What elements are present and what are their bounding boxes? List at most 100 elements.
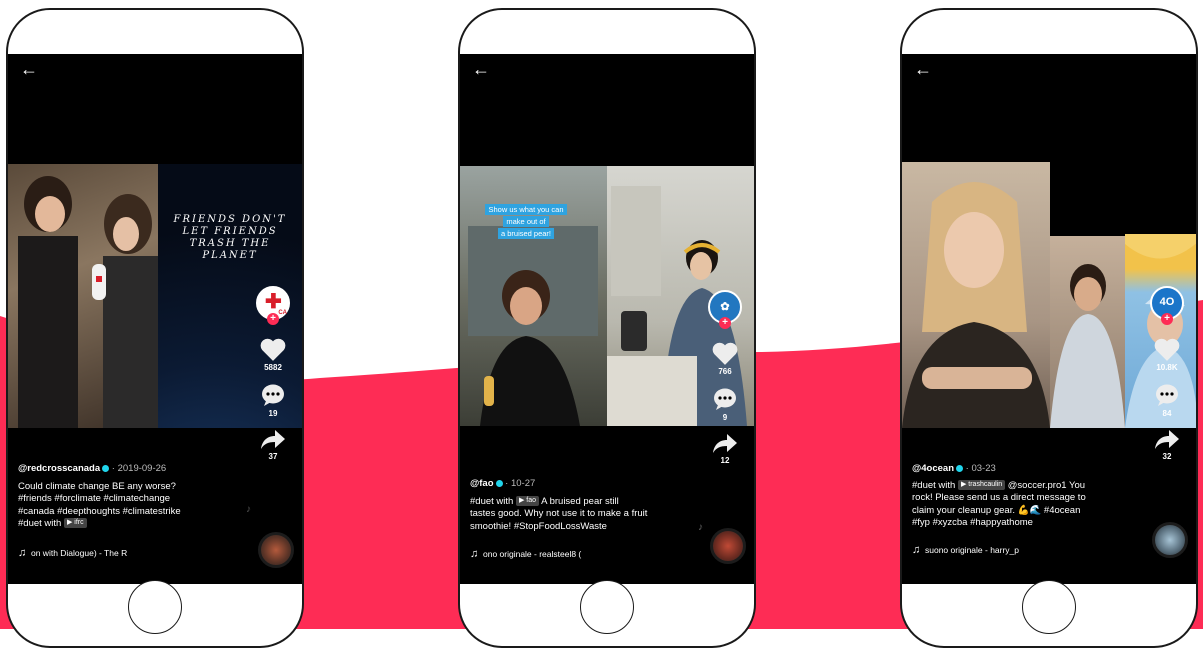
tiktok-screen-2: ← Show us what you can make out of a bru…	[460, 54, 754, 584]
caption-line: smoothie! #StopFoodLossWaste	[470, 520, 607, 532]
music-title: on with Dialogue) - The R	[30, 548, 128, 558]
like-button[interactable]: 5882	[250, 338, 296, 372]
post-date: 2019-09-26	[117, 463, 167, 474]
music-note-icon: ♫	[912, 544, 921, 556]
action-sidebar-1: ✚ CA + 5882 19 37	[250, 286, 296, 461]
back-arrow-icon[interactable]: ←	[472, 60, 490, 78]
tiktok-screen-3: ← 4O + 10.8K 84 32 @4ocean · 03-23 #duet…	[902, 54, 1196, 584]
comment-button[interactable]: 19	[250, 384, 296, 418]
floating-note-icon: ♪	[698, 522, 703, 533]
like-count: 766	[718, 367, 732, 376]
music-note-icon: ♫	[470, 548, 479, 560]
heart-icon	[1154, 338, 1180, 361]
follow-plus-icon[interactable]: +	[1161, 313, 1173, 325]
creator-avatar[interactable]: ✿ +	[708, 290, 742, 329]
comment-count: 9	[722, 413, 728, 422]
creator-avatar[interactable]: 4O +	[1150, 286, 1184, 325]
duet-chip[interactable]: ▶ ifrc	[63, 518, 87, 529]
like-count: 5882	[264, 363, 282, 372]
follow-plus-icon[interactable]: +	[719, 317, 731, 329]
video-overlay-text: FRIENDS DON'T LET FRIENDS TRASH THE PLAN…	[173, 214, 287, 261]
verified-badge-icon	[102, 464, 110, 472]
phone-frame-3: ← 4O + 10.8K 84 32 @4ocean · 03-23 #duet…	[900, 8, 1198, 648]
comment-bubble-icon	[1156, 384, 1178, 406]
comment-bubble-icon	[714, 388, 736, 410]
verified-badge-icon	[495, 479, 503, 487]
caption-line: Could climate change BE any worse?	[18, 480, 176, 492]
caption-line: rock! Please send us a direct message to	[912, 492, 1086, 503]
verified-badge-icon	[956, 464, 964, 472]
comment-button[interactable]: 9	[702, 388, 748, 422]
red-cross-icon: ✚	[265, 291, 282, 313]
home-button	[580, 580, 634, 634]
like-count: 10.8K	[1156, 363, 1178, 372]
share-count: 12	[720, 456, 730, 465]
caption-line: A bruised pear still	[541, 495, 619, 507]
person-illustration	[902, 182, 1050, 428]
share-button[interactable]: 12	[702, 434, 748, 465]
duet-text: #duet with	[18, 518, 62, 529]
phone-frame-1: ← FRIENDS DON'T LET FRIENDS TRASH THE PL…	[6, 8, 304, 648]
duet-text: #duet with	[470, 495, 514, 507]
fao-logo-icon: ✿	[720, 301, 730, 313]
creator-handle[interactable]: @4ocean	[912, 463, 954, 474]
person-illustration	[1050, 264, 1125, 428]
back-arrow-icon[interactable]: ←	[20, 60, 38, 78]
duet-chip[interactable]: ▶ trashcaulin	[957, 479, 1006, 490]
like-button[interactable]: 10.8K	[1144, 338, 1190, 372]
follow-plus-icon[interactable]: +	[267, 313, 279, 325]
tiktok-screen-1: ← FRIENDS DON'T LET FRIENDS TRASH THE PL…	[8, 54, 302, 584]
home-button	[1022, 580, 1076, 634]
share-count: 32	[1162, 452, 1172, 461]
heart-icon	[712, 342, 738, 365]
comment-button[interactable]: 84	[1144, 384, 1190, 418]
caption-line: @soccer.pro1 You	[1007, 479, 1086, 491]
post-date: 03-23	[971, 463, 996, 474]
share-arrow-icon	[1155, 430, 1179, 449]
avatar-label: 4O	[1159, 296, 1175, 308]
phone-frame-2: ← Show us what you can make out of a bru…	[458, 8, 756, 648]
avatar-label: CA	[278, 310, 287, 316]
comment-bubble-icon	[262, 384, 284, 406]
duet-text: #duet with	[912, 479, 956, 491]
music-ticker-3[interactable]: ♫ suono originale - harry_p	[912, 544, 1019, 556]
share-button[interactable]: 32	[1144, 430, 1190, 461]
share-arrow-icon	[261, 430, 285, 449]
video-caption-1: @redcrosscanada · 2019-09-26 Could clima…	[18, 463, 242, 531]
duet-clip-left	[8, 164, 158, 428]
caption-line: #friends #forclimate #climatechange	[18, 493, 171, 504]
music-note-icon: ♫	[18, 547, 27, 559]
duet-chip[interactable]: ▶ fao	[515, 495, 540, 506]
people-illustration	[18, 176, 158, 428]
music-disc[interactable]	[1152, 522, 1188, 558]
music-disc[interactable]	[258, 532, 294, 568]
video-caption-2: @fao · 10-27 #duet with ▶ fao A bruised …	[470, 478, 694, 533]
floating-note-icon: ♪	[246, 504, 251, 515]
post-date: 10-27	[510, 478, 536, 489]
creator-handle[interactable]: @fao	[470, 478, 494, 489]
music-title: suono originale - harry_p	[924, 545, 1020, 555]
video-overlay-text: Show us what you can make out of a bruis…	[466, 204, 586, 240]
comment-count: 19	[268, 409, 278, 418]
creator-avatar[interactable]: ✚ CA +	[256, 286, 290, 325]
caption-line: claim your cleanup gear. 💪🌊 #4ocean	[912, 504, 1081, 516]
creator-handle[interactable]: @redcrosscanada	[18, 463, 100, 474]
comment-count: 84	[1162, 409, 1172, 418]
duet-clip-left[interactable]	[902, 162, 1050, 428]
share-button[interactable]: 37	[250, 430, 296, 461]
home-button	[128, 580, 182, 634]
music-title: ono originale - realsteel8 (	[482, 549, 582, 559]
video-caption-3: @4ocean · 03-23 #duet with ▶ trashcaulin…	[912, 463, 1136, 530]
duet-clip-left: Show us what you can make out of a bruis…	[460, 166, 607, 426]
music-disc[interactable]	[710, 528, 746, 564]
share-arrow-icon	[713, 434, 737, 453]
back-arrow-icon[interactable]: ←	[914, 60, 932, 78]
music-ticker-2[interactable]: ♫ ono originale - realsteel8 (	[470, 548, 581, 560]
heart-icon	[260, 338, 286, 361]
like-button[interactable]: 766	[702, 342, 748, 376]
music-ticker-1[interactable]: ♫ on with Dialogue) - The R	[18, 547, 127, 559]
action-sidebar-2: ✿ + 766 9 12	[702, 290, 748, 465]
share-count: 37	[268, 452, 278, 461]
caption-line: #fyp #xyzcba #happyathome	[912, 517, 1033, 528]
duet-clip-middle[interactable]	[1050, 236, 1125, 428]
